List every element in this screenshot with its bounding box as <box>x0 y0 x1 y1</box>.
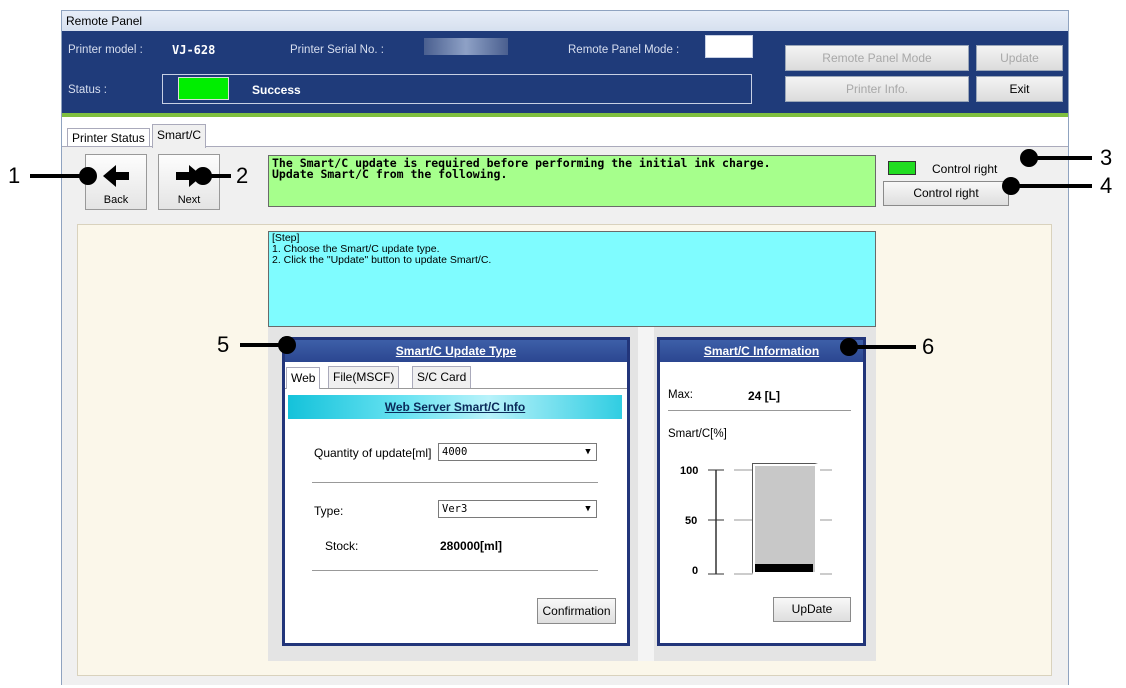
printer-info-button[interactable]: Printer Info. <box>785 76 969 102</box>
divider <box>312 482 598 483</box>
status-value: Success <box>252 83 301 97</box>
gauge-label: Smart/C[%] <box>668 428 727 440</box>
type-label: Type: <box>314 504 344 518</box>
window-title: Remote Panel <box>66 14 143 28</box>
serial-label: Printer Serial No. : <box>290 44 384 56</box>
tab-printer-status[interactable]: Printer Status <box>67 128 150 147</box>
status-indicator <box>178 77 229 100</box>
serial-redacted <box>424 38 508 55</box>
divider <box>312 570 598 571</box>
dropdown-arrow-icon: ▼ <box>585 504 591 514</box>
remote-panel-mode-button[interactable]: Remote Panel Mode <box>785 45 969 71</box>
step-line: 2. Click the "Update" button to update S… <box>272 254 492 266</box>
web-server-info-header: Web Server Smart/C Info <box>288 395 622 419</box>
tab-smart-c[interactable]: Smart/C <box>152 124 207 148</box>
tab-file-mscf[interactable]: File(MSCF) <box>328 366 400 388</box>
remote-mode-label: Remote Panel Mode : <box>568 44 680 56</box>
quantity-label: Quantity of update[ml] <box>314 446 432 460</box>
dropdown-arrow-icon: ▼ <box>585 447 591 457</box>
confirmation-button[interactable]: Confirmation <box>537 598 616 624</box>
group-separator <box>638 327 654 661</box>
quantity-value: 4000 <box>442 446 468 458</box>
title-bar: Remote Panel <box>62 11 1068 31</box>
callout-3: 3 <box>1100 145 1113 170</box>
control-right-indicator-label: Control right <box>932 162 998 176</box>
gauge-tick-100: 100 <box>680 465 699 477</box>
type-select[interactable]: Ver3 ▼ <box>438 500 597 518</box>
printer-model-label: Printer model : <box>68 44 143 56</box>
stock-label: Stock: <box>325 539 359 553</box>
back-button[interactable]: Back <box>85 154 147 210</box>
printer-model-value: VJ-628 <box>172 43 216 57</box>
control-right-button[interactable]: Control right <box>883 181 1009 206</box>
smart-c-level-gauge <box>752 463 818 575</box>
information-title: Smart/C Information <box>660 340 863 362</box>
next-button[interactable]: Next <box>158 154 220 210</box>
next-label: Next <box>177 194 201 206</box>
callout-5: 5 <box>217 332 230 357</box>
back-label: Back <box>103 194 129 206</box>
callout-4: 4 <box>1100 173 1113 198</box>
status-box <box>162 74 752 104</box>
arrow-left-icon <box>103 165 129 187</box>
tab-sc-card[interactable]: S/C Card <box>412 366 472 388</box>
update-button[interactable]: Update <box>976 45 1063 71</box>
callout-1: 1 <box>8 163 21 188</box>
gauge-tick-0: 0 <box>692 565 699 577</box>
gauge-fill <box>755 563 813 572</box>
update-type-title: Smart/C Update Type <box>285 340 627 362</box>
control-right-indicator-light <box>888 161 916 175</box>
update-smart-c-button[interactable]: UpDate <box>773 597 851 622</box>
exit-button[interactable]: Exit <box>976 76 1063 102</box>
callout-6: 6 <box>922 334 935 359</box>
tab-baseline <box>285 388 627 389</box>
arrow-right-icon <box>176 165 202 187</box>
tab-web[interactable]: Web <box>286 367 321 389</box>
gauge-tick-50: 50 <box>685 515 698 527</box>
type-value: Ver3 <box>442 503 468 515</box>
max-label: Max: <box>668 389 693 401</box>
max-value: 24 [L] <box>748 389 781 403</box>
divider <box>668 410 851 411</box>
remote-mode-field <box>705 35 753 58</box>
instruction-message: The Smart/C update is required before pe… <box>268 155 876 207</box>
stock-value: 280000[ml] <box>440 539 503 553</box>
callout-2: 2 <box>236 163 249 188</box>
quantity-select[interactable]: 4000 ▼ <box>438 443 597 461</box>
status-label: Status : <box>68 84 107 96</box>
tab-strip <box>62 117 1068 147</box>
step-instructions: [Step] 1. Choose the Smart/C update type… <box>268 231 876 327</box>
